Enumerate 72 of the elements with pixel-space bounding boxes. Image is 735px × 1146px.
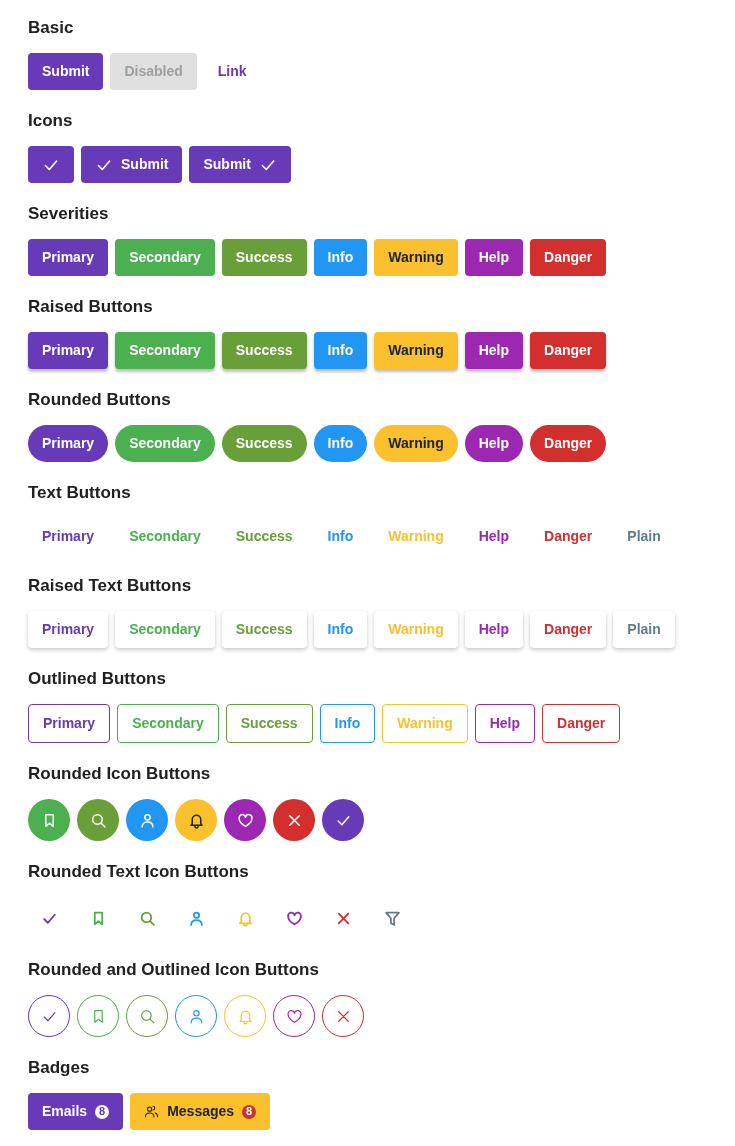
submit-button[interactable]: Submit <box>189 146 291 183</box>
submit-button[interactable]: Submit <box>81 146 183 183</box>
button[interactable]: Help <box>464 425 524 462</box>
text-button[interactable]: Success <box>221 518 307 555</box>
person-icon <box>138 811 156 829</box>
search-icon <box>138 1007 156 1025</box>
badge-button[interactable]: Messages 8 <box>130 1093 271 1130</box>
check-button[interactable] <box>28 146 74 183</box>
search-icon <box>89 811 107 829</box>
button[interactable]: Success <box>225 704 313 743</box>
button[interactable]: Danger <box>530 611 607 648</box>
button[interactable]: Warning <box>374 332 458 369</box>
button[interactable]: Secondary <box>115 425 215 462</box>
count-badge: 8 <box>242 1104 257 1119</box>
button[interactable]: Help <box>464 332 524 369</box>
round-icon-button[interactable] <box>224 799 266 841</box>
button[interactable]: Danger <box>530 332 607 369</box>
button[interactable]: Primary <box>28 332 109 369</box>
round-icon-button[interactable] <box>175 799 217 841</box>
button[interactable]: Primary <box>28 704 111 743</box>
button[interactable]: Help <box>464 239 524 276</box>
submit-button[interactable]: Submit <box>28 53 104 90</box>
text-button[interactable]: Secondary <box>115 518 215 555</box>
section-heading: Outlined Buttons <box>28 668 167 690</box>
section-heading: Basic <box>28 17 75 39</box>
button[interactable]: Success <box>221 611 307 648</box>
button[interactable]: Primary <box>28 611 109 648</box>
button[interactable]: Info <box>313 611 368 648</box>
button[interactable]: Warning <box>374 425 458 462</box>
text-button[interactable]: Plain <box>613 518 675 555</box>
button[interactable]: Success <box>221 332 307 369</box>
button[interactable]: Secondary <box>117 704 219 743</box>
button[interactable]: Success <box>221 239 307 276</box>
section-heading: Rounded Text Icon Buttons <box>28 861 250 883</box>
button[interactable]: Primary <box>28 425 109 462</box>
section-heading: Rounded and Outlined Icon Buttons <box>28 959 320 981</box>
button[interactable]: Warning <box>374 239 458 276</box>
button[interactable]: Secondary <box>115 239 215 276</box>
button[interactable]: Primary <box>28 239 109 276</box>
text-button[interactable]: Help <box>464 518 524 555</box>
button[interactable]: Help <box>464 611 524 648</box>
heart-icon <box>236 811 254 829</box>
button[interactable]: Help <box>474 704 536 743</box>
button[interactable]: Info <box>319 704 376 743</box>
round-icon-button[interactable] <box>322 799 364 841</box>
button[interactable]: Info <box>313 332 368 369</box>
button[interactable]: Info <box>313 239 368 276</box>
text-button[interactable]: Primary <box>28 518 109 555</box>
link-button[interactable]: Link <box>203 53 261 90</box>
text-button[interactable]: Danger <box>530 518 607 555</box>
section-heading: Icons <box>28 110 74 132</box>
badge-button[interactable]: Emails 8 <box>28 1093 124 1130</box>
bell-icon <box>187 811 205 829</box>
button[interactable]: Danger <box>530 425 607 462</box>
button[interactable]: Secondary <box>115 611 215 648</box>
button[interactable]: Plain <box>613 611 675 648</box>
section-heading: Rounded Buttons <box>28 389 172 411</box>
section-heading: Raised Text Buttons <box>28 575 193 597</box>
section-heading: Badges <box>28 1057 91 1079</box>
heart-icon <box>285 1007 303 1025</box>
text-button[interactable]: Info <box>313 518 368 555</box>
count-badge: 8 <box>95 1104 110 1119</box>
section-heading: Text Buttons <box>28 482 132 504</box>
people-icon <box>144 1104 160 1119</box>
button[interactable]: Success <box>221 425 307 462</box>
button[interactable]: Secondary <box>115 332 215 369</box>
button[interactable]: Danger <box>530 239 607 276</box>
section-heading: Rounded Icon Buttons <box>28 763 212 785</box>
button[interactable]: Info <box>313 425 368 462</box>
button[interactable]: Danger <box>542 704 621 743</box>
section-heading: Raised Buttons <box>28 296 154 318</box>
section-heading: Severities <box>28 203 110 225</box>
